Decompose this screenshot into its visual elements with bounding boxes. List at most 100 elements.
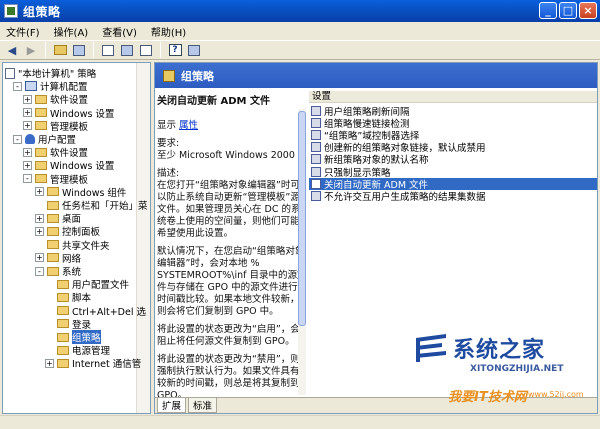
- policy-description: 关闭自动更新 ADM 文件 显示 属性 要求: 至少 Microsoft Wind…: [157, 96, 307, 401]
- tree-item[interactable]: + 控制面板: [35, 225, 100, 238]
- folder-icon: [163, 69, 175, 82]
- settings-column-header[interactable]: 设置: [309, 91, 597, 103]
- tree-item[interactable]: - 用户配置: [13, 133, 77, 146]
- expand-icon[interactable]: +: [35, 226, 44, 236]
- collapse-icon[interactable]: -: [23, 174, 32, 184]
- tree-item-label: 管理模板: [50, 174, 89, 186]
- policy-setting-icon: [311, 178, 321, 189]
- close-button[interactable]: ×: [579, 2, 597, 19]
- tree-item[interactable]: - 管理模板: [23, 173, 89, 186]
- title-bar: 组策略 _ □ ×: [0, 0, 600, 22]
- folder-icon: [35, 174, 47, 184]
- help-icon[interactable]: ?: [167, 42, 183, 58]
- menu-view[interactable]: 查看(V): [102, 24, 137, 39]
- tree-item-label: 网络: [62, 253, 82, 265]
- folder-icon: [47, 240, 59, 250]
- maximize-button[interactable]: □: [559, 2, 577, 19]
- tree-item[interactable]: 组策略: [45, 330, 101, 344]
- folder-icon: [57, 345, 69, 355]
- collapse-icon[interactable]: -: [35, 266, 44, 276]
- policy-tree[interactable]: "本地计算机" 策略 - 计算机配置 + 软件设置 + Windows 设置 + 管理模板 - 用户…: [2, 62, 151, 414]
- folder-icon: [47, 266, 59, 276]
- tree-item-label: 用户配置: [38, 135, 77, 146]
- tree-item-label: Windows 组件: [62, 187, 127, 199]
- tree-item[interactable]: + 桌面: [35, 212, 81, 225]
- tree-item[interactable]: 任务栏和「开始」菜: [35, 199, 148, 212]
- tree-item[interactable]: 用户配置文件: [45, 278, 129, 291]
- tree-item[interactable]: - 系统: [35, 265, 81, 278]
- details-header-title: 组策略: [181, 69, 214, 83]
- expand-icon[interactable]: +: [35, 187, 44, 197]
- tree-item[interactable]: + Windows 设置: [23, 159, 114, 172]
- folder-icon: [47, 213, 59, 223]
- properties-link[interactable]: 属性: [179, 120, 198, 131]
- settings-list-item[interactable]: 不允许交互用户生成策略的结果集数据: [309, 190, 597, 203]
- tree-item[interactable]: 登录: [45, 318, 91, 331]
- minimize-button[interactable]: _: [539, 2, 557, 19]
- expand-icon[interactable]: +: [23, 94, 32, 104]
- collapse-icon[interactable]: -: [13, 81, 22, 91]
- up-folder-icon[interactable]: [52, 42, 68, 58]
- computer-icon: [25, 81, 37, 92]
- collapse-icon[interactable]: -: [13, 134, 22, 144]
- folder-icon: [47, 187, 59, 197]
- tree-item[interactable]: Ctrl+Alt+Del 选: [45, 305, 146, 318]
- tree-item-label: Windows 设置: [50, 108, 115, 120]
- tree-item-label: "本地计算机" 策略: [18, 69, 97, 80]
- toolbar: ◀ ▶ ?: [0, 40, 600, 60]
- policy-setting-icon: [311, 190, 321, 201]
- policy-document-icon: [5, 67, 15, 79]
- folder-icon: [35, 160, 47, 170]
- tree-item-label: Internet 通信管: [72, 359, 142, 371]
- expand-icon[interactable]: +: [23, 121, 32, 131]
- policy-setting-icon: [311, 166, 321, 177]
- tree-item[interactable]: + Windows 组件: [35, 186, 127, 199]
- policy-title: 关闭自动更新 ADM 文件: [157, 96, 270, 107]
- description-para-4: 将此设置的状态更改为“禁用”，则强制执行默认行为。如果文件具有较新的时间戳，则总…: [157, 354, 300, 401]
- menu-help[interactable]: 帮助(H): [151, 24, 186, 39]
- menu-file[interactable]: 文件(F): [6, 24, 40, 39]
- folder-icon: [47, 200, 59, 210]
- tab-standard[interactable]: 标准: [188, 398, 218, 413]
- back-icon[interactable]: ◀: [4, 42, 20, 58]
- tree-item[interactable]: + Windows 设置: [23, 107, 115, 120]
- expand-icon[interactable]: +: [23, 160, 32, 170]
- menu-bar: 文件(F) 操作(A) 查看(V) 帮助(H): [0, 22, 600, 40]
- description-scrollbar[interactable]: [298, 109, 306, 395]
- properties-icon[interactable]: [100, 42, 116, 58]
- console-icon[interactable]: [186, 42, 202, 58]
- refresh-icon[interactable]: [119, 42, 135, 58]
- tree-item[interactable]: + 软件设置: [23, 146, 88, 159]
- expand-icon[interactable]: +: [45, 358, 54, 368]
- menu-action[interactable]: 操作(A): [54, 24, 89, 39]
- tree-item[interactable]: + 网络: [35, 252, 82, 265]
- description-para-1: 在您打开“组策略对象编辑器”时可以防止系统自动更新“管理模板”源文件。如果管理员…: [157, 180, 301, 239]
- group-policy-icon: [4, 4, 18, 18]
- tree-item[interactable]: 电源管理: [45, 344, 110, 357]
- expand-icon[interactable]: +: [23, 108, 32, 118]
- forward-icon[interactable]: ▶: [23, 42, 39, 58]
- policy-setting-icon: [311, 142, 321, 153]
- tree-item[interactable]: - 计算机配置: [13, 80, 88, 93]
- folder-icon: [57, 358, 69, 368]
- expand-icon[interactable]: +: [35, 253, 44, 263]
- settings-list-item-label: 不允许交互用户生成策略的结果集数据: [324, 191, 486, 203]
- description-scroll-thumb[interactable]: [298, 111, 306, 326]
- expand-icon[interactable]: +: [23, 147, 32, 157]
- tree-item[interactable]: + 管理模板: [23, 120, 88, 133]
- tree-item[interactable]: + Internet 通信管: [45, 357, 142, 371]
- user-icon: [25, 134, 35, 144]
- export-list-icon[interactable]: [138, 42, 154, 58]
- requires-label: 要求:: [157, 138, 180, 149]
- tree-item-label: 任务栏和「开始」菜: [62, 201, 148, 212]
- tree-item[interactable]: 脚本: [45, 291, 91, 304]
- show-tree-icon[interactable]: [71, 42, 87, 58]
- window-title: 组策略: [23, 4, 61, 19]
- tree-item[interactable]: "本地计算机" 策略: [5, 67, 97, 80]
- tab-extended[interactable]: 扩展: [157, 398, 187, 413]
- tree-item[interactable]: 共享文件夹: [35, 239, 110, 252]
- toolbar-separator: [45, 42, 46, 58]
- tree-item[interactable]: + 软件设置: [23, 93, 88, 106]
- details-pane: 组策略 关闭自动更新 ADM 文件 显示 属性 要求: 至少 Microsoft …: [154, 62, 598, 414]
- expand-icon[interactable]: +: [35, 213, 44, 223]
